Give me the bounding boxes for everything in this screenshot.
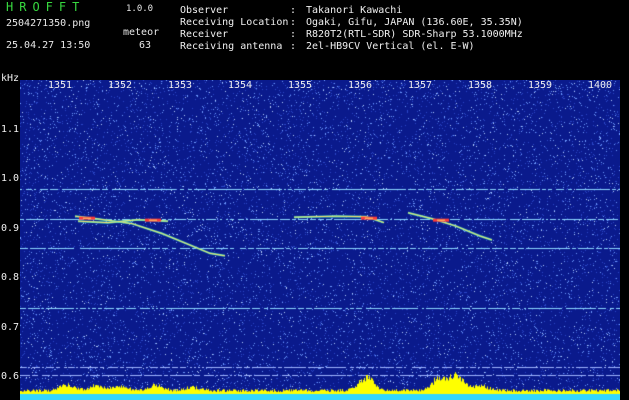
receiver-colon: : (290, 29, 297, 40)
timestamp: 25.04.27 13:50 (6, 40, 91, 51)
event-label: meteor (123, 27, 160, 38)
receiver-value: R820T2(RTL-SDR) SDR-Sharp 53.1000MHz (306, 29, 523, 40)
y-tick-label: 0.6 (1, 371, 20, 383)
event-count: 63 (139, 40, 152, 51)
x-tick-label: 1357 (408, 80, 433, 91)
x-tick-label: 1400 (588, 80, 613, 91)
observer-colon: : (290, 5, 297, 16)
observer-value: Takanori Kawachi (306, 5, 403, 16)
y-tick-label: 1.1 (1, 123, 20, 135)
x-tick-label: 1354 (228, 80, 253, 91)
y-axis-label: kHz (1, 73, 20, 84)
x-tick-label: 1351 (48, 80, 73, 91)
x-tick-label: 1359 (528, 80, 553, 91)
x-tick-label: 1353 (168, 80, 193, 91)
observer-label: Observer (180, 5, 229, 16)
x-tick-label: 1356 (348, 80, 373, 91)
x-tick-label: 1352 (108, 80, 133, 91)
antenna-colon: : (290, 41, 297, 52)
location-label: Receiving Location (180, 17, 289, 28)
y-tick-label: 1.0 (1, 173, 20, 185)
location-colon: : (290, 17, 297, 28)
y-tick-label: 0.9 (1, 222, 20, 234)
y-tick-label: 0.8 (1, 272, 20, 284)
location-value: Ogaki, Gifu, JAPAN (136.60E, 35.35N) (306, 17, 523, 28)
app-title: HROFFT (6, 0, 86, 14)
x-tick-label: 1355 (288, 80, 313, 91)
receiver-label: Receiver (180, 29, 229, 40)
antenna-value: 2el-HB9CV Vertical (el. E-W) (306, 41, 475, 52)
antenna-label: Receiving antenna (180, 41, 283, 52)
y-tick-label: 0.7 (1, 321, 20, 333)
file-name: 2504271350.png (6, 18, 91, 29)
app-version: 1.0.0 (126, 4, 154, 14)
spectrogram-plot (20, 80, 620, 400)
x-tick-label: 1358 (468, 80, 493, 91)
info-header: HROFFT 1.0.0 2504271350.png 25.04.27 13:… (0, 0, 629, 76)
